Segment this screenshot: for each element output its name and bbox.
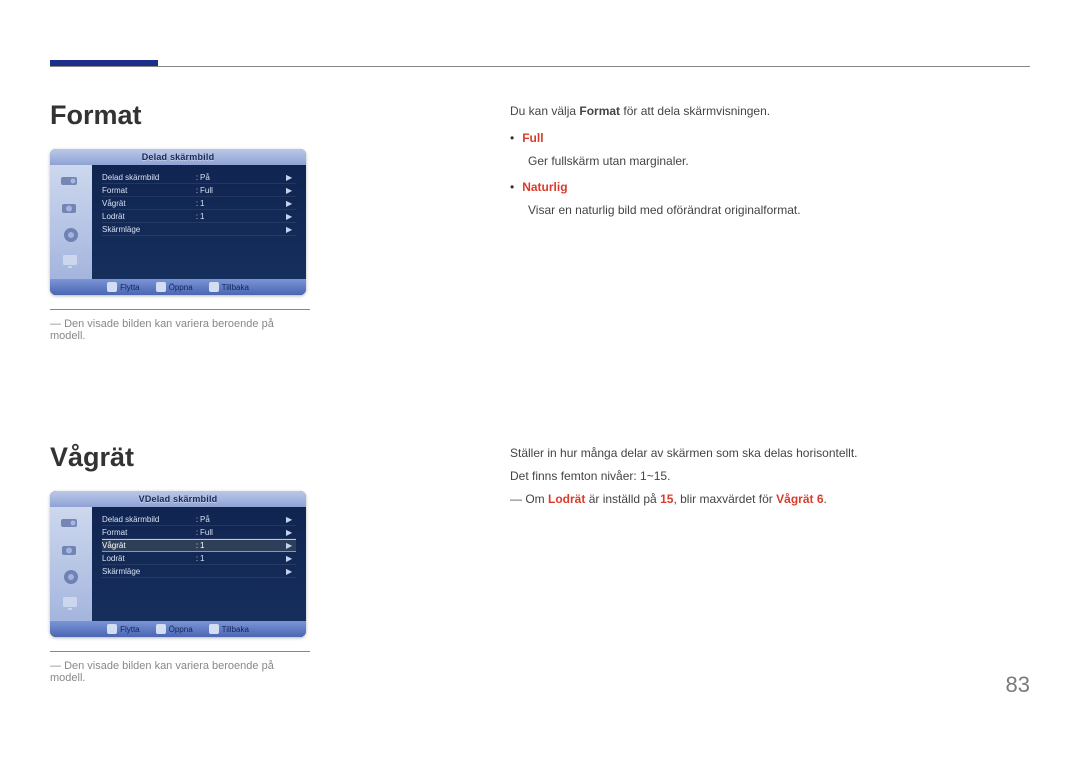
bullet-full: •Full	[510, 127, 1030, 150]
chevron-right-icon: ▶	[286, 186, 296, 195]
osd-footer: Flytta Öppna Tillbaka	[50, 279, 306, 295]
chevron-right-icon: ▶	[286, 567, 296, 576]
caption-text: Den visade bilden kan variera beroende p…	[50, 651, 310, 684]
osd-menu-list: Delad skärmbild:På▶ Format:Full▶ Vågrät:…	[92, 507, 306, 621]
osd-sidebar	[50, 507, 92, 621]
full-desc: Ger fullskärm utan marginaler.	[528, 150, 1030, 173]
osd-title: VDelad skärmbild	[50, 491, 306, 507]
naturlig-desc: Visar en naturlig bild med oförändrat or…	[528, 199, 1030, 222]
osd-row: Skärmläge▶	[102, 565, 296, 578]
osd-row-selected: Vågrät:1▶	[102, 539, 296, 552]
chevron-right-icon: ▶	[286, 199, 296, 208]
horizontal-rule	[50, 66, 1030, 67]
osd-row: Lodrät:1▶	[102, 210, 296, 223]
projector-icon	[58, 511, 84, 535]
osd-sidebar	[50, 165, 92, 279]
page-number: 83	[1006, 672, 1030, 698]
chevron-right-icon: ▶	[286, 212, 296, 221]
camera-icon	[58, 196, 84, 220]
osd-row: Delad skärmbild:På▶	[102, 513, 296, 526]
chevron-right-icon: ▶	[286, 528, 296, 537]
chevron-right-icon: ▶	[286, 225, 296, 234]
monitor-icon	[58, 250, 84, 274]
osd-row: Vågrät:1▶	[102, 197, 296, 210]
osd-row: Format:Full▶	[102, 184, 296, 197]
osd-screenshot-1: Delad skärmbild Delad skärmbild:På▶ Form…	[50, 149, 306, 295]
gear-icon	[58, 565, 84, 589]
chevron-right-icon: ▶	[286, 541, 296, 550]
chevron-right-icon: ▶	[286, 173, 296, 182]
osd-screenshot-2: VDelad skärmbild Delad skärmbild:På▶ For…	[50, 491, 306, 637]
bullet-naturlig: •Naturlig	[510, 176, 1030, 199]
heading-vagrat: Vågrät	[50, 442, 350, 473]
osd-footer: Flytta Öppna Tillbaka	[50, 621, 306, 637]
camera-icon	[58, 538, 84, 562]
osd-row: Delad skärmbild:På▶	[102, 171, 296, 184]
osd-row: Format:Full▶	[102, 526, 296, 539]
gear-icon	[58, 223, 84, 247]
intro-text: Du kan välja Format för att dela skärmvi…	[510, 100, 1030, 123]
heading-format: Format	[50, 100, 350, 131]
chevron-right-icon: ▶	[286, 554, 296, 563]
projector-icon	[58, 169, 84, 193]
accent-bar	[50, 60, 158, 66]
osd-row: Lodrät:1▶	[102, 552, 296, 565]
note-line: Om Lodrät är inställd på 15, blir maxvär…	[510, 488, 1030, 511]
osd-title: Delad skärmbild	[50, 149, 306, 165]
osd-row: Skärmläge▶	[102, 223, 296, 236]
desc-line-1: Ställer in hur många delar av skärmen so…	[510, 442, 1030, 465]
osd-menu-list: Delad skärmbild:På▶ Format:Full▶ Vågrät:…	[92, 165, 306, 279]
caption-text: Den visade bilden kan variera beroende p…	[50, 309, 310, 342]
monitor-icon	[58, 592, 84, 616]
chevron-right-icon: ▶	[286, 515, 296, 524]
desc-line-2: Det finns femton nivåer: 1~15.	[510, 465, 1030, 488]
